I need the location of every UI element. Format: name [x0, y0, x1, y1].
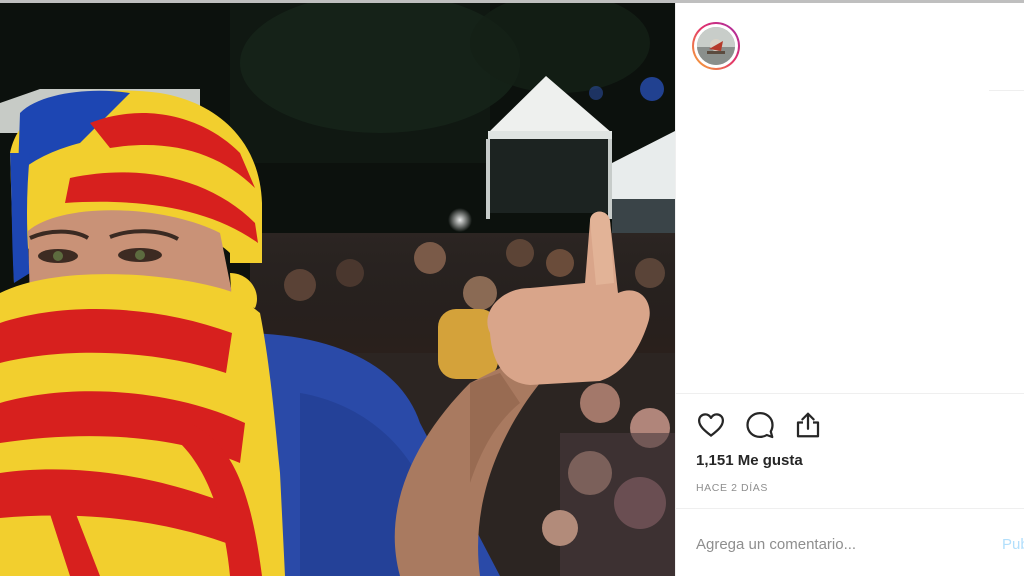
comments-area	[676, 91, 1024, 393]
avatar[interactable]	[692, 22, 740, 70]
avatar-image	[697, 27, 735, 65]
comment-input[interactable]	[696, 533, 976, 555]
comment-bar: Publicar	[676, 508, 1024, 576]
post-comment-button[interactable]: Publicar	[1002, 536, 1024, 553]
likes-count[interactable]: 1,151 Me gusta	[696, 452, 803, 469]
comment-button[interactable]	[743, 408, 777, 442]
share-upload-icon	[796, 412, 820, 438]
post-actions: 1,151 Me gusta HACE 2 DÍAS	[676, 393, 1024, 508]
post-timestamp[interactable]: HACE 2 DÍAS	[696, 482, 768, 494]
post-photo[interactable]	[0, 3, 675, 576]
post-header	[676, 3, 1024, 90]
like-button[interactable]	[694, 408, 728, 442]
avatar-border	[694, 24, 738, 68]
post-side-panel: 1,151 Me gusta HACE 2 DÍAS Publicar	[675, 3, 1024, 576]
speech-bubble-icon	[746, 412, 774, 439]
heart-icon	[698, 413, 724, 437]
share-button[interactable]	[791, 408, 825, 442]
